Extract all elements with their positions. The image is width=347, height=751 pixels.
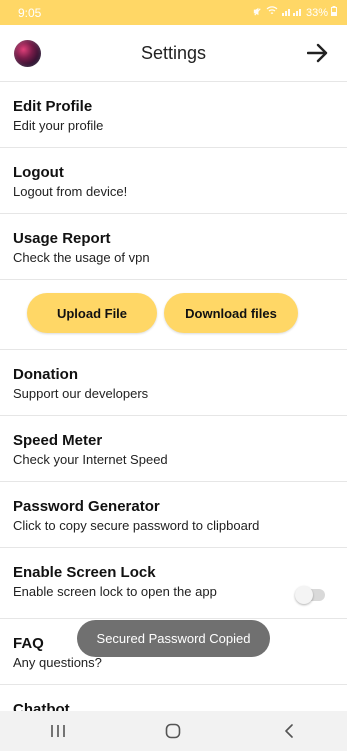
list-item-screen-lock[interactable]: Enable Screen Lock Enable screen lock to… bbox=[0, 548, 347, 619]
list-item-password-generator[interactable]: Password Generator Click to copy secure … bbox=[0, 482, 347, 548]
faq-subtitle: Any questions? bbox=[13, 655, 102, 670]
toast-message: Secured Password Copied bbox=[77, 620, 270, 657]
edit-profile-subtitle: Edit your profile bbox=[13, 118, 104, 133]
file-buttons-row: Upload File Download files bbox=[0, 280, 347, 350]
screen-lock-subtitle: Enable screen lock to open the app bbox=[13, 584, 217, 599]
usage-report-subtitle: Check the usage of vpn bbox=[13, 250, 150, 265]
avatar[interactable] bbox=[14, 40, 41, 67]
back-icon[interactable] bbox=[269, 716, 309, 746]
toggle-knob bbox=[295, 586, 313, 604]
recent-apps-icon[interactable] bbox=[38, 716, 78, 746]
list-item-donation[interactable]: Donation Support our developers bbox=[0, 350, 347, 416]
password-generator-title: Password Generator bbox=[13, 498, 160, 515]
usage-report-title: Usage Report bbox=[13, 230, 111, 247]
screen-lock-toggle[interactable] bbox=[295, 586, 325, 604]
signal-icon bbox=[281, 6, 303, 19]
download-files-button[interactable]: Download files bbox=[164, 293, 298, 333]
logout-subtitle: Logout from device! bbox=[13, 184, 128, 199]
list-item-edit-profile[interactable]: Edit Profile Edit your profile bbox=[0, 82, 347, 148]
logout-title: Logout bbox=[13, 164, 64, 181]
wifi-icon bbox=[266, 6, 278, 19]
battery-icon bbox=[331, 6, 337, 19]
system-nav-bar bbox=[0, 711, 347, 751]
screen-lock-title: Enable Screen Lock bbox=[13, 564, 156, 581]
password-generator-subtitle: Click to copy secure password to clipboa… bbox=[13, 518, 260, 533]
list-item-usage-report[interactable]: Usage Report Check the usage of vpn bbox=[0, 214, 347, 280]
app-bar: Settings bbox=[0, 25, 347, 82]
home-icon[interactable] bbox=[153, 716, 193, 746]
donation-subtitle: Support our developers bbox=[13, 386, 149, 401]
status-time: 9:05 bbox=[18, 5, 42, 20]
arrow-right-icon[interactable] bbox=[305, 40, 331, 66]
speed-meter-title: Speed Meter bbox=[13, 432, 103, 449]
page-title: Settings bbox=[140, 42, 207, 63]
list-item-speed-meter[interactable]: Speed Meter Check your Internet Speed bbox=[0, 416, 347, 482]
list-item-logout[interactable]: Logout Logout from device! bbox=[0, 148, 347, 214]
donation-title: Donation bbox=[13, 366, 78, 383]
status-bar: 9:05 33% bbox=[0, 0, 347, 25]
mute-icon bbox=[252, 6, 263, 20]
upload-file-button[interactable]: Upload File bbox=[27, 293, 157, 333]
battery-text: 33% bbox=[305, 6, 328, 19]
status-icons: 33% bbox=[252, 6, 337, 20]
speed-meter-subtitle: Check your Internet Speed bbox=[13, 452, 168, 467]
edit-profile-title: Edit Profile bbox=[13, 98, 93, 115]
